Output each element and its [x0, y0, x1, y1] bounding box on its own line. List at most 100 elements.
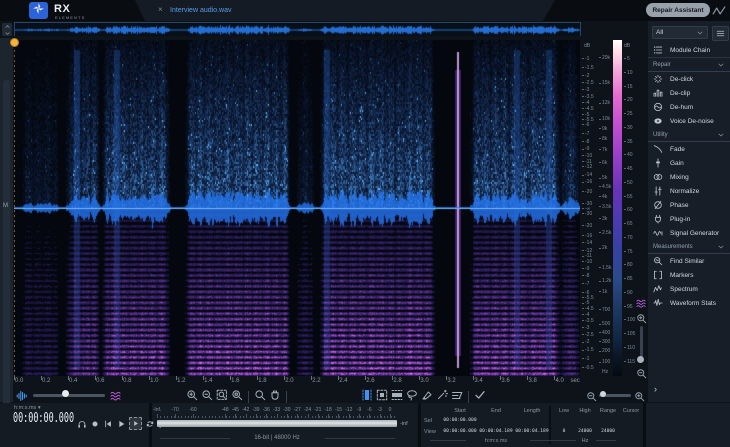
- frequency-scale: 20k15k12k10k9k8k7k6k5k4.5k4k3.5k3k2.5k2k…: [598, 38, 614, 384]
- module-item-fade[interactable]: Fade: [648, 142, 730, 156]
- module-item-waveform-stats[interactable]: Waveform Stats: [648, 296, 730, 310]
- module-chain-item[interactable]: Module Chain: [648, 43, 730, 58]
- play-button[interactable]: [116, 419, 126, 429]
- time-ruler: 0.00.20.40.60.81.01.21.41.61.82.02.22.42…: [14, 376, 580, 386]
- info-header-length: Length: [524, 408, 541, 414]
- amp-scale-label: -3: [582, 325, 589, 331]
- colorbar-label: 65: [624, 221, 633, 227]
- ruler-tick-label: 3.8: [528, 378, 536, 384]
- section-header-utility[interactable]: Utility: [648, 128, 730, 142]
- colorbar-label: 50: [624, 180, 633, 186]
- colorbar-label: 5: [624, 56, 630, 62]
- section-header-measurements[interactable]: Measurements: [648, 240, 730, 254]
- module-item-find-similar[interactable]: Find Similar: [648, 254, 730, 268]
- module-item-spectrum[interactable]: Spectrum: [648, 282, 730, 296]
- play-selection-button[interactable]: [129, 417, 142, 430]
- overview-spinner[interactable]: [2, 23, 12, 36]
- ruler-tick-label: 4.0: [555, 378, 563, 384]
- meter-readout: -inf: [400, 421, 408, 427]
- module-menu-button[interactable]: [712, 26, 729, 41]
- horizontal-zoom-thumb[interactable]: [600, 391, 606, 397]
- amp-scale-label: -6: [582, 122, 589, 128]
- amp-scale-label: -3.5: [582, 94, 594, 100]
- meter-scale-label: -60: [189, 407, 196, 413]
- meter-scale-label: -6: [367, 407, 371, 413]
- freq-scale-label: 1k: [599, 289, 607, 295]
- freq-scale-label: 400: [599, 330, 610, 336]
- amp-scale-label: -20: [582, 189, 592, 195]
- monitor-button[interactable]: [77, 419, 87, 429]
- repair-assistant-button[interactable]: Repair Assistant: [646, 3, 710, 17]
- module-item-label: Markers: [670, 272, 693, 279]
- info-header-low: Low: [559, 408, 569, 414]
- module-item-label: Gain: [670, 160, 684, 167]
- module-item-label: Normalize: [670, 188, 699, 195]
- module-item-label: Phase: [670, 202, 688, 209]
- tab-filename[interactable]: Interview audio.wav: [170, 7, 231, 14]
- freq-scale-label: 4k: [599, 194, 607, 200]
- app-logo-text: RX: [54, 3, 70, 15]
- info-header-high: High: [579, 408, 590, 414]
- module-item-normalize[interactable]: Normalize: [648, 184, 730, 198]
- module-item-label: Plug-in: [670, 216, 690, 223]
- vertical-zoom-out-button[interactable]: [636, 366, 647, 384]
- module-filter-dropdown[interactable]: All: [652, 26, 708, 39]
- meter-scale-label: -30: [283, 407, 290, 413]
- overview-waveform[interactable]: [14, 22, 581, 36]
- freq-scale-label: 2.5k: [599, 230, 611, 236]
- de-click-icon: [653, 74, 667, 84]
- level-meter: [157, 420, 397, 427]
- freq-scale-label: 300: [599, 339, 610, 345]
- module-item-plug-in[interactable]: Plug-in: [648, 212, 730, 226]
- ruler-tick-label: 0.0: [15, 378, 23, 384]
- freq-scale-label: 1.5k: [599, 265, 611, 271]
- tab-close-button[interactable]: ×: [158, 6, 163, 14]
- freq-scale-label: 200: [599, 348, 610, 354]
- playhead-handle[interactable]: [10, 38, 19, 47]
- module-item-markers[interactable]: Markers: [648, 268, 730, 282]
- loop-button[interactable]: [145, 419, 155, 429]
- freq-scale-label: 10k: [599, 116, 610, 122]
- info-time-unit: h:m:s.ms: [485, 438, 507, 444]
- scrollbar-thumb[interactable]: [3, 80, 10, 414]
- module-item-signal-generator[interactable]: Signal Generator: [648, 226, 730, 240]
- module-item-de-click[interactable]: De-click: [648, 72, 730, 86]
- amp-scale-label: -2: [582, 339, 589, 345]
- module-item-label: De-click: [670, 76, 693, 83]
- colorbar-label: 60: [624, 207, 633, 213]
- info-header-cursor: Cursor: [623, 408, 640, 414]
- amp-scale-label: -20: [582, 223, 592, 229]
- colorbar-label: 40: [624, 152, 633, 158]
- waveform-spectrogram-blend-slider[interactable]: [33, 394, 105, 397]
- module-item-label: Fade: [670, 146, 685, 153]
- module-item-mixing[interactable]: Mixing: [648, 170, 730, 184]
- meter-scale-label: -9: [357, 407, 361, 413]
- vertical-scrollbar[interactable]: [0, 38, 13, 402]
- amp-scale-header: dB: [584, 43, 590, 49]
- spectrogram-display[interactable]: [14, 40, 580, 376]
- meter-scale-label: -18: [325, 407, 332, 413]
- freq-scale-label: 7k: [599, 147, 607, 153]
- module-item-label: Spectrum: [670, 286, 698, 293]
- blend-slider-thumb[interactable]: [62, 390, 69, 397]
- plugin-icon: [653, 214, 667, 224]
- colorbar-label: 25: [624, 111, 633, 117]
- de-clip-icon: [653, 88, 667, 98]
- section-header-repair[interactable]: Repair: [648, 58, 730, 72]
- go-to-start-button[interactable]: [103, 419, 113, 429]
- amp-scale-label: -1: [582, 356, 589, 362]
- meter-scale-label: -Inf.: [153, 407, 162, 413]
- module-item-de-hum[interactable]: De-hum: [648, 100, 730, 114]
- module-item-phase[interactable]: Phase: [648, 198, 730, 212]
- module-item-gain[interactable]: Gain: [648, 156, 730, 170]
- panel-collapse-arrow[interactable]: ›: [654, 384, 657, 394]
- vertical-zoom-thumb[interactable]: [637, 356, 644, 363]
- module-item-voice-de-noise[interactable]: Voice De-noise: [648, 114, 730, 128]
- module-item-de-clip[interactable]: De-clip: [648, 86, 730, 100]
- chevron-down-icon: [717, 131, 725, 139]
- ruler-tick-label: 1.6: [231, 378, 239, 384]
- ruler-tick-label: 0.4: [69, 378, 77, 384]
- info-value: 24000: [578, 429, 592, 434]
- record-button[interactable]: [90, 419, 100, 429]
- meter-scale-label: -24: [304, 407, 311, 413]
